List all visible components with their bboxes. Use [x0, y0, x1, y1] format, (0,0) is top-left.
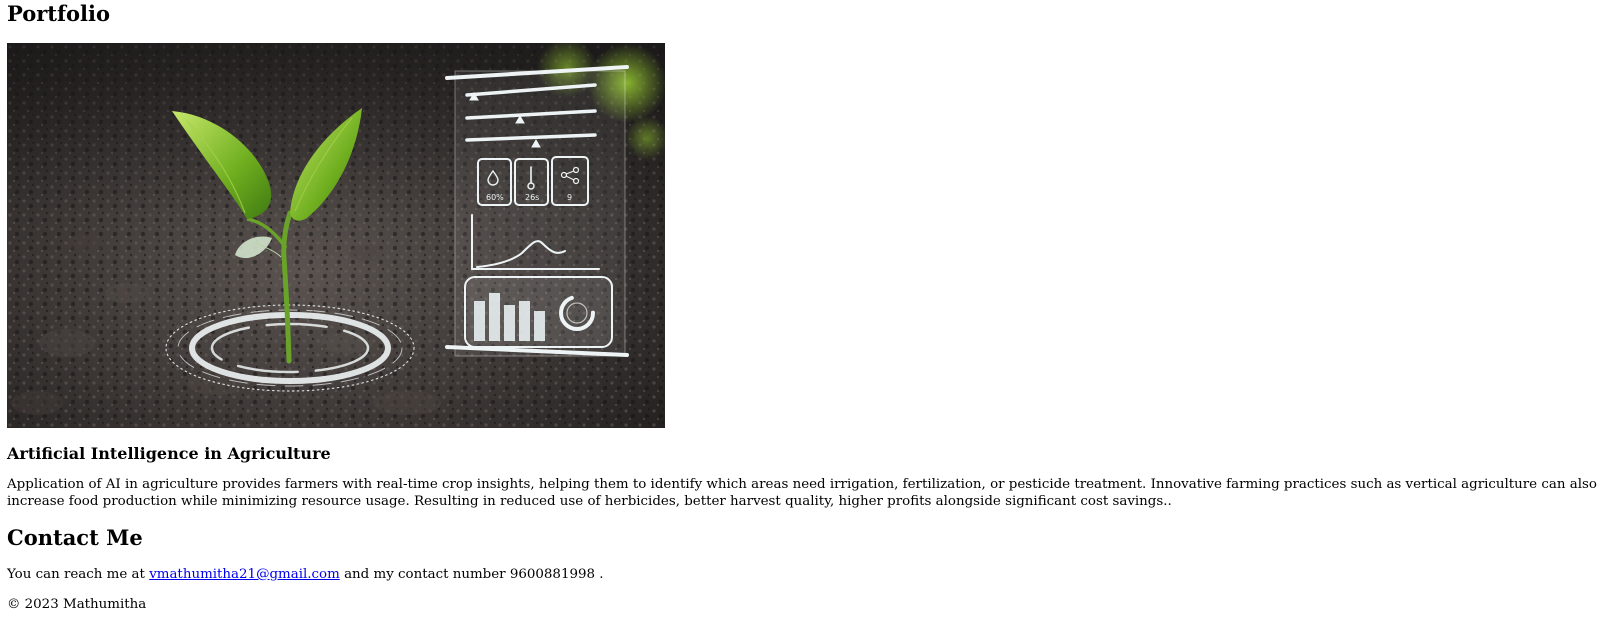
hud-readout-network: 9 [567, 193, 572, 202]
hud-panel: 60% 26s 9 [445, 65, 629, 357]
phone-number: 9600881998 [509, 567, 596, 582]
contact-middle: and my contact number [344, 567, 506, 582]
contact-line: You can reach me at vmathumitha21@gmail.… [7, 567, 604, 583]
portfolio-heading: Portfolio [7, 1, 111, 26]
project-description: Application of AI in agriculture provide… [7, 477, 1597, 509]
email-link[interactable]: vmathumitha21@gmail.com [149, 567, 340, 582]
contact-suffix: . [599, 567, 604, 582]
hud-readout-humidity: 60% [486, 193, 504, 202]
page: Portfolio 60% 26s 9 Artificial Intellige… [0, 0, 1600, 623]
contact-prefix: You can reach me at [7, 567, 145, 582]
footer-copyright: © 2023 Mathumitha [7, 597, 147, 612]
contact-heading: Contact Me [7, 525, 143, 550]
hud-bar-graph [464, 276, 613, 348]
project-title: Artificial Intelligence in Agriculture [7, 444, 331, 463]
project-image: 60% 26s 9 [7, 43, 665, 428]
hud-readout-temp: 26s [525, 193, 539, 202]
